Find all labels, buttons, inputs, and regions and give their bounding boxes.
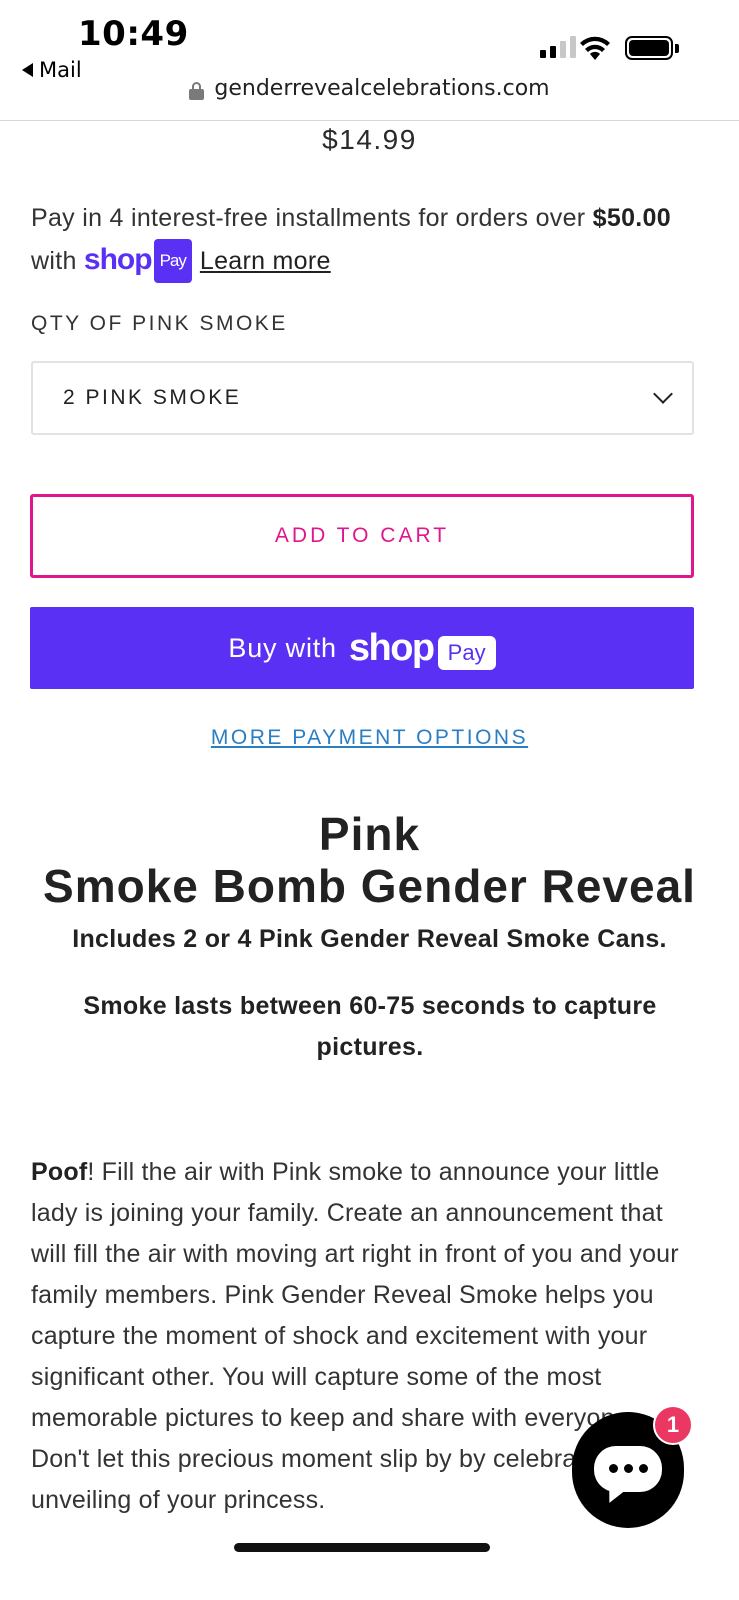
more-payment-options-row: MORE PAYMENT OPTIONS bbox=[0, 726, 739, 750]
installments-with: with bbox=[31, 247, 84, 275]
buy-with-label: Buy with bbox=[228, 632, 337, 663]
buy-with-shop-pay-button[interactable]: Buy with shop Pay bbox=[30, 607, 694, 689]
product-title-line2: Smoke Bomb Gender Reveal bbox=[43, 860, 696, 912]
add-to-cart-button[interactable]: ADD TO CART bbox=[30, 494, 694, 578]
shop-logo-word-white: shop bbox=[348, 626, 435, 669]
lock-icon bbox=[189, 81, 205, 100]
status-bar: 10:49 Mail genderrevealcelebrations.com bbox=[0, 0, 739, 121]
pay-badge-white: Pay bbox=[437, 635, 496, 670]
pay-badge: Pay bbox=[153, 239, 192, 283]
wifi-icon bbox=[580, 36, 610, 60]
qty-select[interactable]: 2 PINK SMOKE bbox=[31, 361, 694, 435]
learn-more-link[interactable]: Learn more bbox=[200, 247, 331, 275]
more-payment-options-link[interactable]: MORE PAYMENT OPTIONS bbox=[211, 726, 528, 749]
shop-pay-logo: shop Pay bbox=[83, 239, 192, 283]
installments-text: Pay in 4 interest-free installments for … bbox=[31, 204, 593, 232]
shop-logo-word: shop bbox=[83, 243, 153, 276]
includes-text: Includes 2 or 4 Pink Gender Reveal Smoke… bbox=[72, 925, 667, 953]
chat-notification-badge: 1 bbox=[653, 1405, 693, 1445]
chat-bubble-icon bbox=[594, 1446, 662, 1507]
chevron-down-icon bbox=[653, 384, 673, 404]
shop-pay-installments: Pay in 4 interest-free installments for … bbox=[31, 198, 711, 283]
product-title: Pink Smoke Bomb Gender Reveal bbox=[0, 808, 739, 912]
cellular-signal-icon bbox=[540, 36, 576, 58]
qty-selected-value: 2 PINK SMOKE bbox=[63, 386, 242, 409]
url-text: genderrevealcelebrations.com bbox=[214, 76, 550, 101]
installments-threshold: $50.00 bbox=[592, 204, 671, 232]
qty-label: QTY OF PINK SMOKE bbox=[31, 312, 288, 335]
clock: 10:49 bbox=[78, 14, 189, 54]
battery-tip bbox=[675, 44, 679, 53]
battery-icon bbox=[625, 36, 673, 60]
shop-pay-logo-white: shop Pay bbox=[349, 627, 496, 670]
description-lead: Poof bbox=[31, 1158, 88, 1186]
home-indicator[interactable] bbox=[234, 1543, 490, 1552]
back-arrow-icon bbox=[22, 63, 33, 77]
product-price: $14.99 bbox=[322, 124, 417, 155]
product-title-line1: Pink bbox=[318, 808, 421, 860]
address-bar[interactable]: genderrevealcelebrations.com bbox=[0, 76, 739, 101]
smoke-duration-text: Smoke lasts between 60-75 seconds to cap… bbox=[83, 992, 657, 1061]
